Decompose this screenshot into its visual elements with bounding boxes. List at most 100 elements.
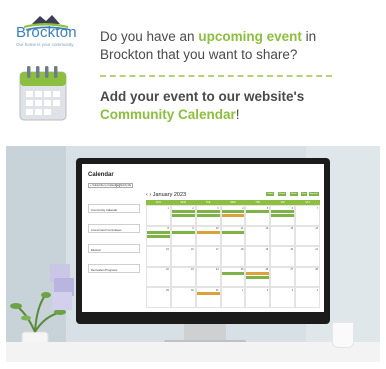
event-chip[interactable] — [246, 275, 270, 279]
screen-title: Calendar — [88, 172, 114, 178]
cta-highlight: Community Calendar — [100, 107, 236, 122]
day-number: 2 — [266, 288, 269, 292]
day-number: 16 — [191, 247, 194, 251]
day-cell[interactable]: 28 — [295, 266, 320, 287]
day-number: 30 — [191, 288, 194, 292]
day-number: 13 — [290, 227, 294, 230]
desk-photo: Calendar + Subscribe to iCalendar + Noti… — [6, 146, 380, 362]
day-cell[interactable]: 15 — [146, 246, 171, 267]
day-number: 17 — [215, 247, 219, 251]
day-number: 21 — [315, 247, 318, 251]
event-chip[interactable] — [221, 214, 245, 217]
monitor: Calendar + Subscribe to iCalendar + Noti… — [76, 158, 330, 324]
day-cell[interactable]: 29 — [146, 287, 171, 308]
logo-tagline: Our home is your community — [16, 42, 74, 47]
day-number: 12 — [265, 227, 269, 230]
day-cell[interactable]: 1 — [146, 205, 171, 226]
day-cell[interactable]: 30 — [170, 287, 196, 308]
day-cell[interactable]: 3 — [270, 287, 296, 308]
promo-header: Brockton Our home is your community Do y… — [0, 0, 386, 140]
day-cell[interactable]: 13 — [270, 225, 296, 246]
filter-community-calendar[interactable]: Community Calendar — [88, 204, 140, 213]
day-cell[interactable]: 22 — [146, 266, 171, 287]
headline-highlight: upcoming event — [198, 29, 302, 44]
day-cell[interactable]: 23 — [170, 266, 196, 287]
call-to-action: Add your event to our website's Communit… — [100, 88, 370, 124]
day-cell[interactable]: 17 — [195, 246, 221, 267]
day-number: 14 — [315, 227, 318, 230]
event-chip[interactable] — [271, 210, 295, 213]
day-cell[interactable]: 7 — [295, 205, 320, 226]
day-number: 27 — [290, 268, 294, 271]
day-number: 3 — [291, 288, 294, 292]
day-cell[interactable]: 18 — [220, 246, 246, 267]
month-nav: ‹ › January 2023 — [146, 192, 186, 198]
month-grid: SUN MON TUE WED THU FRI SAT 1 2 3 4 5 6 7 8 9 10 11 12 13 14… — [146, 200, 320, 308]
filter-recreation[interactable]: Recreation Programs — [88, 264, 140, 273]
day-cell[interactable]: 10 — [195, 225, 221, 246]
day-cell[interactable]: 4 — [295, 287, 320, 308]
event-chip[interactable] — [196, 214, 220, 217]
day-cell[interactable]: 27 — [270, 266, 296, 287]
toolbar-day[interactable]: Day — [301, 192, 307, 196]
day-cell[interactable]: 20 — [270, 246, 296, 267]
headline-question: Do you have an upcoming event in Brockto… — [100, 28, 370, 64]
day-cell[interactable]: 12 — [245, 225, 271, 246]
day-cell[interactable]: 5 — [245, 205, 271, 226]
day-cell[interactable]: 19 — [245, 246, 271, 267]
sticky-notes-icon — [50, 264, 74, 310]
day-cell[interactable]: 11 — [220, 225, 246, 246]
day-number: 22 — [166, 268, 169, 271]
day-cell[interactable]: 2 — [245, 287, 271, 308]
toolbar-month[interactable]: Month — [278, 192, 287, 196]
cta-pre: Add your event to our website's — [100, 89, 305, 104]
filter-election[interactable]: Election — [88, 244, 140, 253]
month-label: January 2023 — [152, 192, 187, 198]
day-cell[interactable]: 21 — [295, 246, 320, 267]
day-cell[interactable]: 9 — [170, 225, 196, 246]
toolbar-today[interactable]: Today — [266, 192, 274, 196]
toolbar-agenda[interactable]: Agenda — [309, 192, 319, 196]
event-chip[interactable] — [246, 210, 270, 213]
next-month-icon[interactable]: › — [149, 192, 151, 198]
day-number: 23 — [191, 268, 194, 271]
toolbar-week[interactable]: Week — [290, 192, 298, 196]
day-number: 18 — [240, 247, 244, 251]
day-number: 7 — [316, 206, 318, 210]
day-number: 1 — [167, 206, 169, 210]
day-cell[interactable]: 1 — [220, 287, 246, 308]
event-chip[interactable] — [196, 230, 220, 234]
logo-wordmark: Brockton — [16, 24, 77, 41]
day-number: 4 — [316, 288, 318, 292]
day-number: 15 — [166, 247, 169, 251]
day-cell[interactable]: 16 — [170, 246, 196, 267]
event-chip[interactable] — [246, 271, 270, 275]
prev-month-icon[interactable]: ‹ — [146, 192, 148, 198]
day-number: 1 — [242, 288, 244, 292]
event-chip[interactable] — [196, 210, 220, 213]
event-chip[interactable] — [221, 210, 245, 213]
day-number: 29 — [166, 288, 169, 292]
cup-icon — [332, 322, 354, 348]
event-chip[interactable] — [196, 292, 220, 295]
calendar-icon — [19, 66, 67, 121]
day-cell[interactable]: 25 — [220, 266, 246, 287]
day-cell[interactable]: 24 — [195, 266, 221, 287]
day-number: 28 — [315, 268, 318, 271]
headline-pre: Do you have an — [100, 29, 199, 44]
cta-post: ! — [235, 107, 240, 122]
notify-button[interactable]: + Notify Me — [116, 183, 134, 188]
event-chip[interactable] — [171, 210, 195, 213]
dashed-divider — [100, 75, 332, 77]
event-chip[interactable] — [221, 230, 245, 234]
filter-council[interactable]: Council and Committees — [88, 224, 140, 233]
event-chip[interactable] — [221, 271, 245, 275]
day-cell[interactable]: 31 — [195, 287, 221, 308]
event-chip[interactable] — [171, 214, 195, 217]
event-chip[interactable] — [147, 234, 170, 238]
event-chip[interactable] — [171, 230, 195, 234]
calendar-screen: Calendar + Subscribe to iCalendar + Noti… — [82, 164, 324, 312]
event-chip[interactable] — [147, 230, 170, 234]
event-chip[interactable] — [271, 214, 295, 217]
day-cell[interactable]: 14 — [295, 225, 320, 246]
